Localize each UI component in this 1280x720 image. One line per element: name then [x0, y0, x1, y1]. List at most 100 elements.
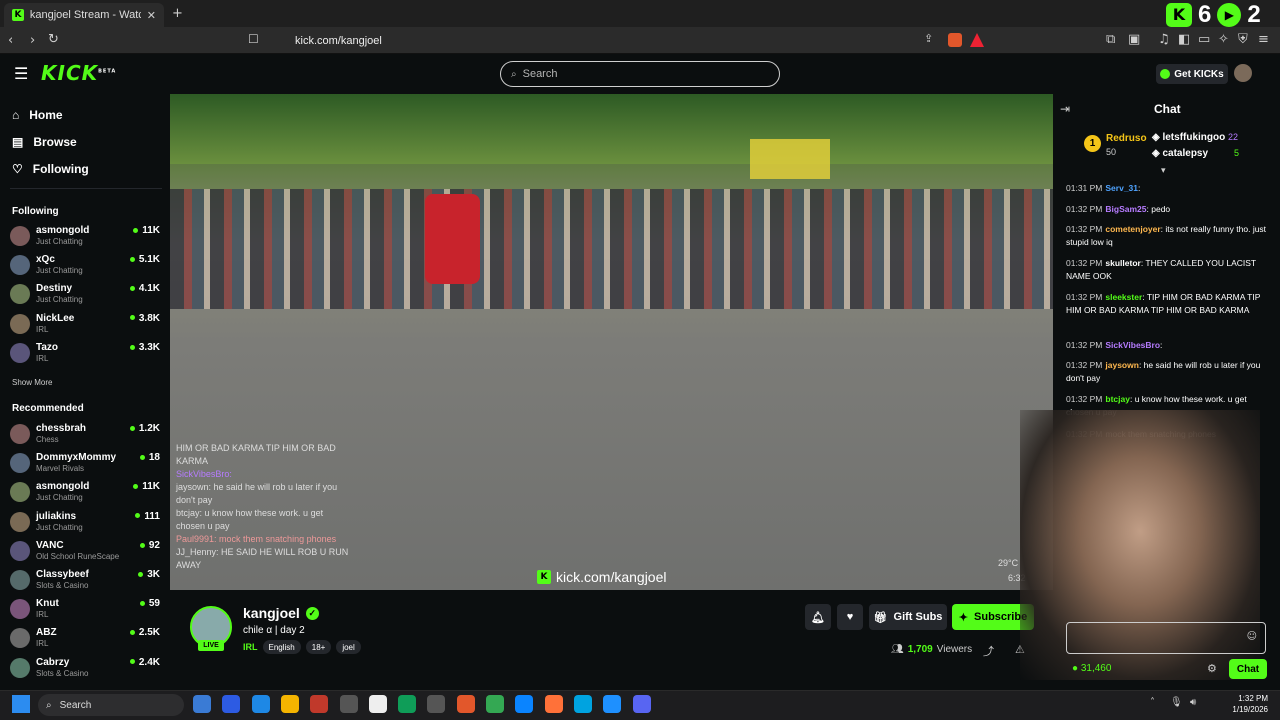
chat-input[interactable]: ☺ [1066, 622, 1266, 654]
live-dot [133, 484, 139, 490]
channel-item[interactable]: NickLee IRL 3.8K [10, 311, 160, 339]
share-icon[interactable]: ⇪ [924, 32, 933, 45]
channel-category: IRL [36, 324, 49, 334]
chat-settings-icon[interactable]: ⚙ [1207, 662, 1217, 675]
channel-item[interactable]: chessbrah Chess 1.2K [10, 421, 160, 449]
kick-logo-icon: K [1166, 2, 1192, 27]
tray-chevron-icon[interactable]: ˄ [1150, 697, 1155, 708]
channel-item[interactable]: VANC Old School RuneScape 92 [10, 538, 160, 566]
bookmark-icon[interactable]: ☐ [248, 32, 259, 46]
channel-name: asmongold [36, 225, 90, 236]
channel-item[interactable]: Tazo IRL 3.3K [10, 340, 160, 368]
app-icon[interactable] [427, 695, 446, 713]
chat-username[interactable]: SickVibesBro [1105, 340, 1160, 350]
edge-icon[interactable] [515, 695, 534, 713]
brave-icon[interactable] [456, 695, 475, 713]
tag-chip[interactable]: English [262, 640, 301, 654]
app-icon[interactable] [222, 695, 241, 713]
emoji-icon[interactable]: ☺ [1247, 631, 1257, 642]
media-icon[interactable]: ♫ [1158, 32, 1170, 47]
streamer-figure [425, 194, 480, 284]
notion-icon[interactable] [368, 695, 387, 713]
vpn-icon[interactable]: ⛨ [1238, 32, 1248, 47]
send-chat-button[interactable]: Chat [1229, 659, 1267, 679]
mic-icon[interactable]: 🎙︎ [1170, 697, 1183, 708]
channel-item[interactable]: Destiny Just Chatting 4.1K [10, 281, 160, 309]
chat-username[interactable]: BigSam25 [1105, 204, 1146, 214]
sidebar-icon[interactable]: ◧ [1178, 32, 1190, 47]
app-icon[interactable] [398, 695, 417, 713]
show-more-link[interactable]: Show More [12, 378, 52, 387]
hamburger-icon[interactable]: ☰ [14, 64, 28, 83]
address-bar[interactable]: kick.com/kangjoel [270, 30, 1020, 51]
vscode-icon[interactable] [603, 695, 622, 713]
follow-button[interactable]: ♥ [837, 604, 863, 630]
top-gifter-name[interactable]: Redruso [1106, 133, 1147, 144]
channel-item[interactable]: asmongold Just Chatting 11K [10, 479, 160, 507]
app-icon[interactable] [251, 695, 270, 713]
channel-item[interactable]: Cabrzy Slots & Casino 2.4K [10, 655, 160, 683]
ai-icon[interactable]: ✧ [1218, 32, 1229, 47]
taskbar-search[interactable]: ⌕ Search [38, 694, 184, 716]
close-tab-icon[interactable]: ✕ [147, 9, 156, 22]
firefox-icon[interactable] [544, 695, 563, 713]
get-kicks-button[interactable]: Get KICKs [1156, 64, 1228, 84]
chat-message: 01:32 PM jaysown: he said he will rob u l… [1066, 360, 1261, 383]
wallet-icon[interactable]: ▭ [1198, 32, 1210, 47]
brave-shield-icon[interactable] [948, 33, 962, 47]
app-icon[interactable] [339, 695, 358, 713]
category-link[interactable]: IRL [243, 642, 258, 652]
extensions-icon[interactable]: ⧉ [1106, 32, 1115, 47]
chat-username[interactable]: btcjay [1105, 394, 1130, 404]
channel-avatar [10, 599, 30, 620]
chat-username[interactable]: jaysown [1105, 360, 1139, 370]
search-input[interactable]: ⌕ Search [500, 61, 780, 87]
volume-icon[interactable]: 🔊︎ [1190, 697, 1196, 708]
live-dot [129, 425, 135, 431]
nav-browse[interactable]: ▤ Browse [12, 135, 77, 149]
widget-icon[interactable] [193, 695, 211, 713]
back-icon[interactable]: ‹ [8, 33, 13, 48]
collapse-chat-icon[interactable]: ⇥ [1060, 102, 1070, 116]
menu-icon[interactable]: ≡ [1258, 32, 1269, 47]
channel-item[interactable]: juliakins Just Chatting 111 [10, 509, 160, 537]
gift-subs-button[interactable]: 🎁︎ Gift Subs [869, 604, 947, 630]
file-explorer-icon[interactable] [280, 695, 299, 713]
viewer-count: 59 [139, 598, 160, 609]
channel-item[interactable]: ABZ IRL 2.5K [10, 625, 160, 653]
windows-start-icon[interactable] [12, 695, 30, 713]
kick-logo[interactable]: KICKBETA [41, 61, 116, 85]
chat-username[interactable]: cometenjoyer [1105, 224, 1160, 234]
app-icon[interactable] [573, 695, 592, 713]
new-tab-icon[interactable]: + [172, 6, 183, 21]
channel-item[interactable]: asmongold Just Chatting 11K [10, 223, 160, 251]
chat-username[interactable]: sleekster [1105, 292, 1142, 302]
channel-item[interactable]: xQc Just Chatting 5.1K [10, 252, 160, 280]
leader-2[interactable]: ◈ catalepsy [1152, 148, 1208, 159]
leader-1[interactable]: ◈ letsffukingoo [1152, 132, 1225, 143]
channel-item[interactable]: Classybeef Slots & Casino 3K [10, 567, 160, 595]
browser-tab[interactable]: K kangjoel Stream - Watch Live ✕ [4, 3, 164, 27]
channel-item[interactable]: DommyxMommy Marvel Rivals 18 [10, 450, 160, 478]
reload-icon[interactable]: ↻ [48, 32, 59, 47]
chrome-icon[interactable] [486, 695, 504, 713]
user-avatar[interactable] [1234, 64, 1252, 82]
tag-chip[interactable]: 18+ [305, 640, 332, 654]
notification-bell-button[interactable]: 🔔︎ [805, 604, 831, 630]
taskbar-clock[interactable]: 1:32 PM 1/19/2026 [1228, 693, 1268, 715]
nav-following[interactable]: ♡ Following [12, 162, 89, 176]
pin-icon[interactable]: ▾ [1161, 166, 1166, 176]
channel-item[interactable]: Knut IRL 59 [10, 596, 160, 624]
channel-name[interactable]: kangjoel ✓ [243, 605, 319, 621]
video-player[interactable]: HIM OR BAD KARMA TIP HIM OR BAD KARMA Sic… [170, 94, 1053, 590]
chat-username[interactable]: Serv_31 [1105, 183, 1138, 193]
share-stream-icon[interactable]: ⤴ [983, 643, 994, 659]
nav-home[interactable]: ⌂ Home [12, 108, 63, 122]
tag-chip[interactable]: joel [336, 640, 361, 654]
screenshot-icon[interactable]: ▣ [1128, 32, 1140, 47]
discord-icon[interactable] [632, 695, 651, 713]
app-icon[interactable] [310, 695, 329, 713]
channel-name: chessbrah [36, 423, 87, 434]
forward-icon[interactable]: › [30, 33, 35, 48]
chat-username[interactable]: skulletor [1105, 258, 1140, 268]
